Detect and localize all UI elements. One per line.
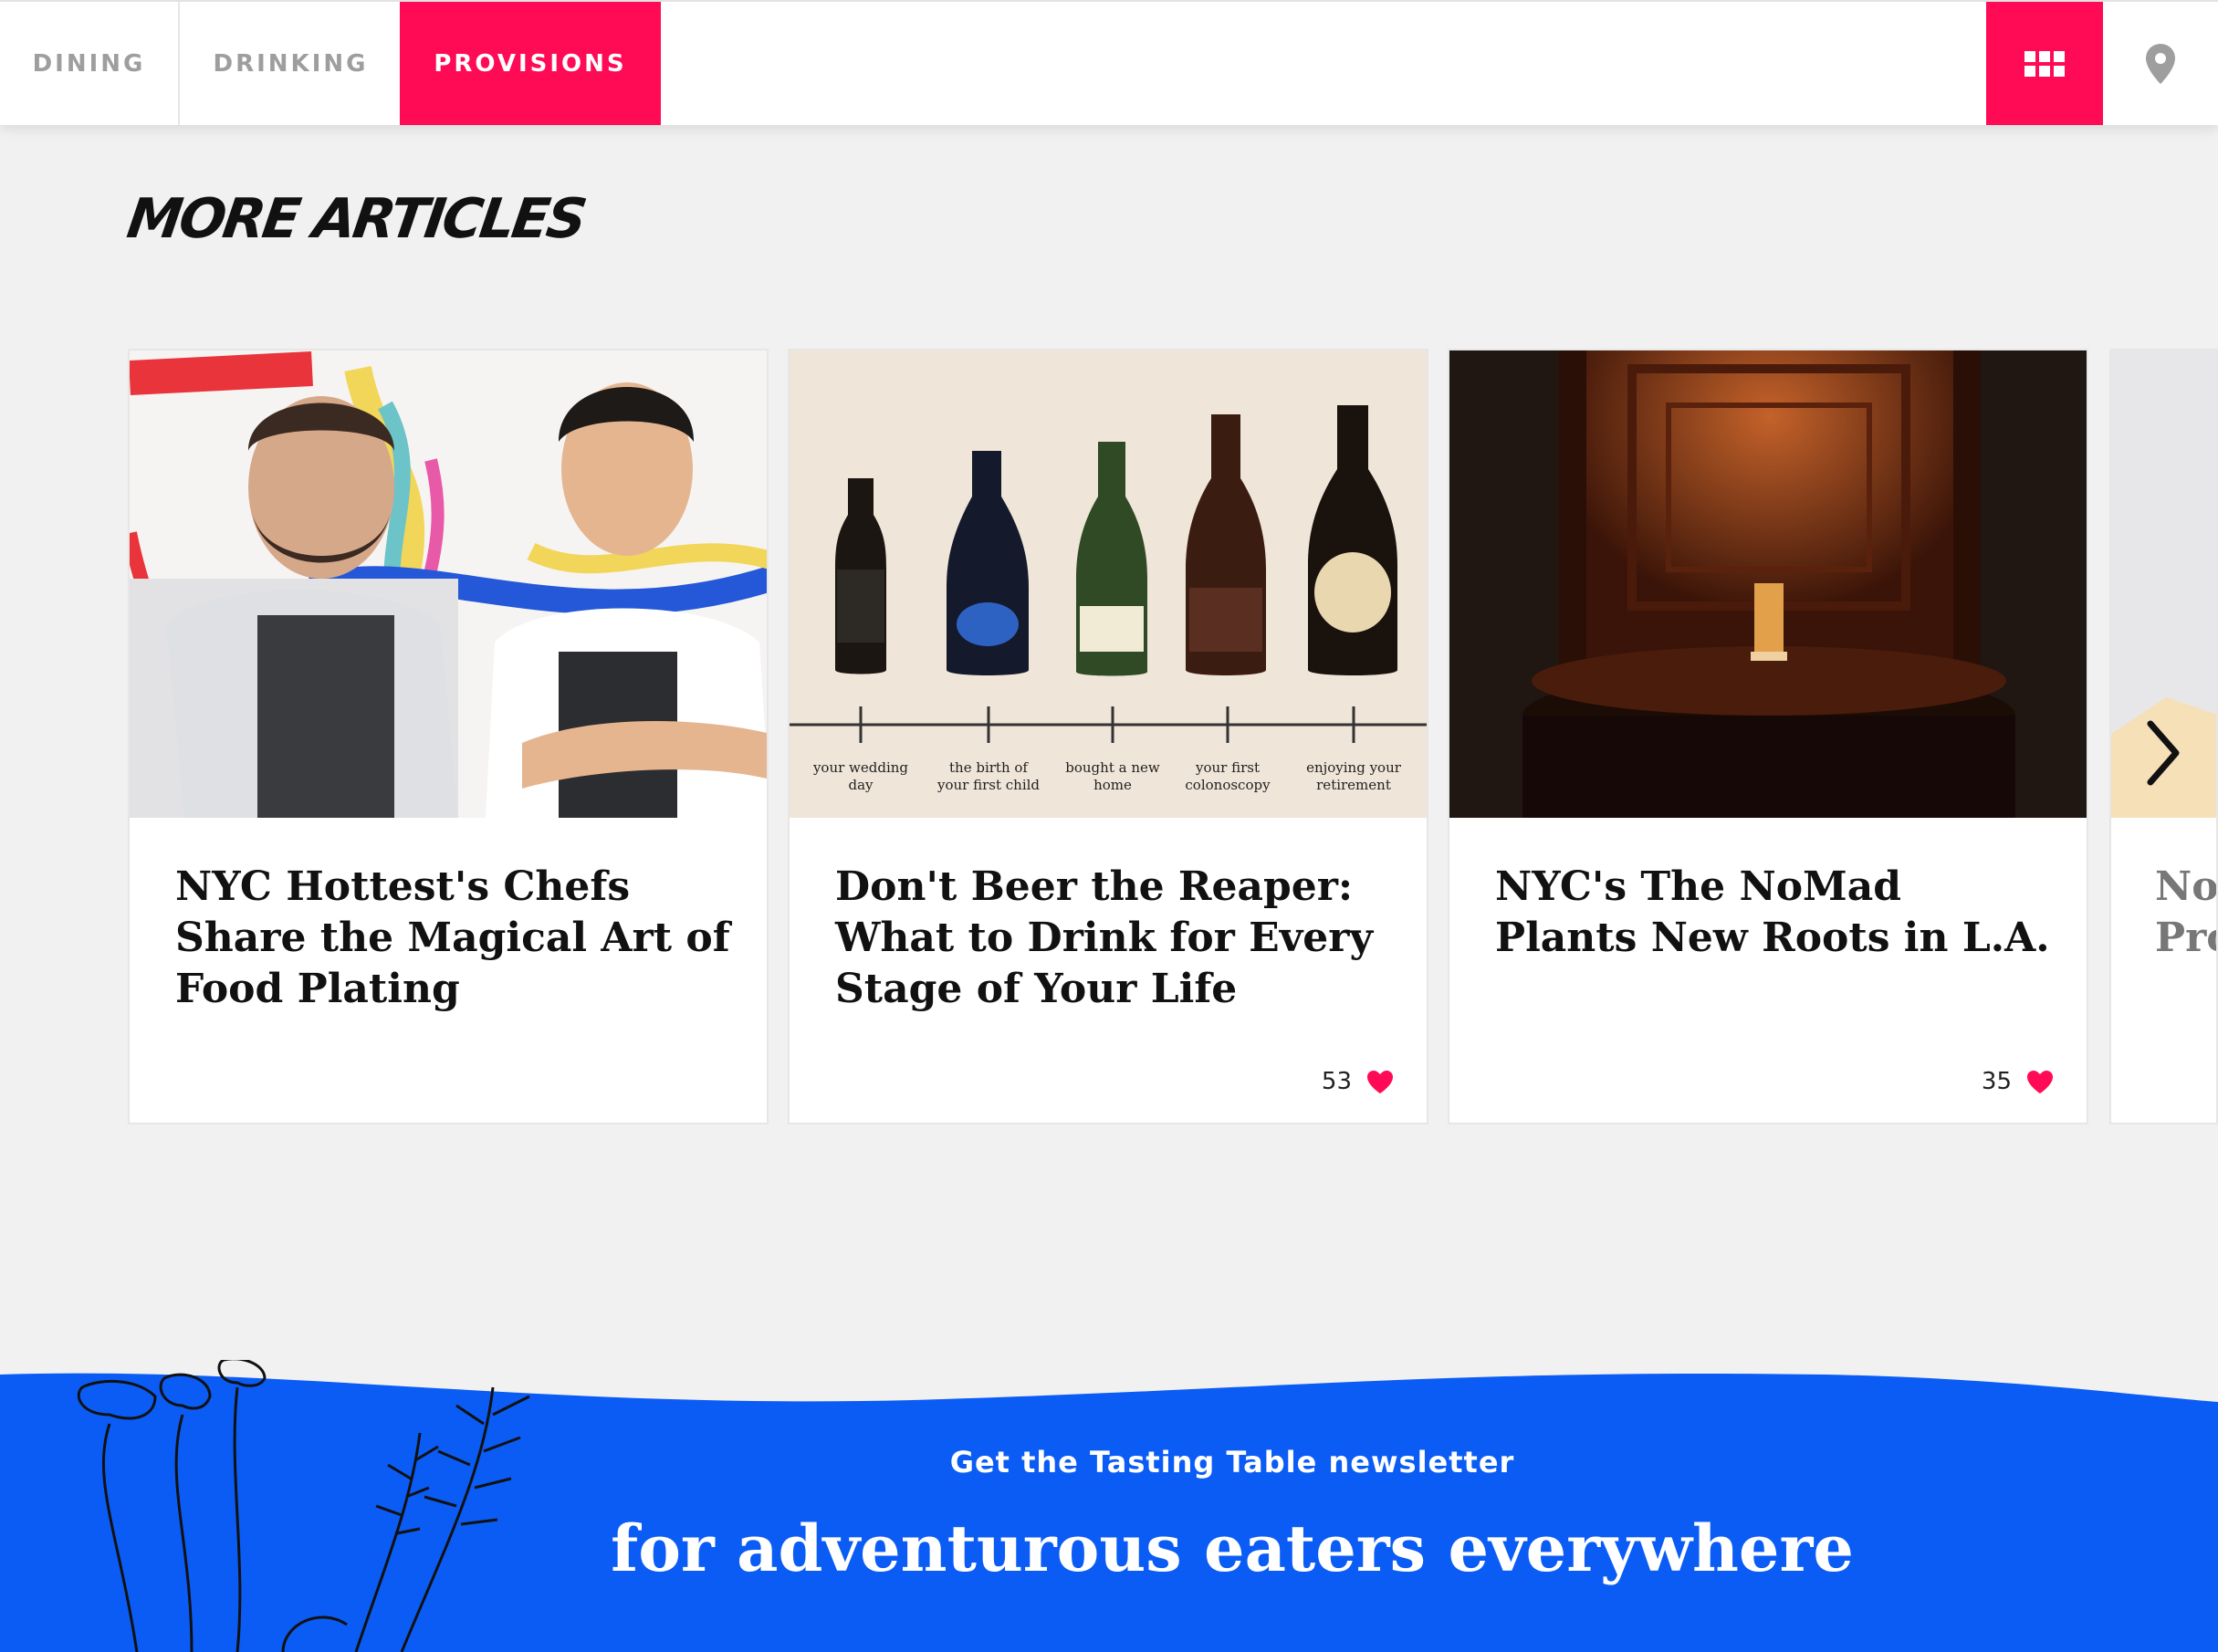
plant-illustration-icon [77,1360,530,1652]
caption: your wedding day [812,759,909,793]
tab-drinking[interactable]: DRINKING [182,2,400,125]
article-title[interactable]: NYC Hottest's Chefs Share the Magical Ar… [175,862,732,1015]
carousel-next-button[interactable] [2136,712,2191,794]
article-title[interactable]: No Pro [2155,862,2218,964]
newsletter-tagline: for adventurous eaters everywhere [611,1511,1854,1586]
article-card[interactable]: NYC Hottest's Chefs Share the Magical Ar… [128,349,769,1124]
tab-provisions[interactable]: PROVISIONS [400,2,661,125]
like-count: 53 [1321,1068,1352,1095]
heart-icon[interactable] [1366,1070,1394,1094]
chevron-right-icon [2147,720,2180,786]
caption: bought a new home [1065,759,1160,793]
caption: your first colonoscopy [1185,759,1271,793]
top-navigation: DINING DRINKING PROVISIONS [0,0,2218,125]
article-image-nomad-bar [1449,350,2087,818]
timeline-captions: your wedding day the birth of your first… [790,759,1427,814]
like-count: 35 [1981,1068,2012,1095]
menu-grid-button[interactable] [1986,2,2103,125]
caption: enjoying your retirement [1306,759,1401,793]
article-image-chefs [130,350,767,818]
article-title-line: No [2155,863,2218,910]
caption: the birth of your first child [936,759,1041,793]
map-pin-icon [2146,43,2175,84]
article-title-line: Pro [2155,915,2216,961]
article-title[interactable]: Don't Beer the Reaper: What to Drink for… [835,862,1392,1015]
like-counter[interactable]: 35 [1982,1068,2054,1095]
newsletter-label: Get the Tasting Table newsletter [949,1445,1515,1479]
location-button[interactable] [2103,2,2218,125]
tab-dining[interactable]: DINING [0,2,180,125]
article-image-beer-timeline: your wedding day the birth of your first… [790,350,1427,818]
article-title[interactable]: NYC's The NoMad Plants New Roots in L.A. [1495,862,2052,964]
like-counter[interactable]: 53 [1322,1068,1394,1095]
article-card[interactable]: NYC's The NoMad Plants New Roots in L.A.… [1448,349,2088,1124]
article-card[interactable]: your wedding day the birth of your first… [788,349,1428,1124]
heart-icon[interactable] [2026,1070,2054,1094]
grid-icon [2024,48,2065,79]
section-title: MORE ARTICLES [123,187,589,251]
